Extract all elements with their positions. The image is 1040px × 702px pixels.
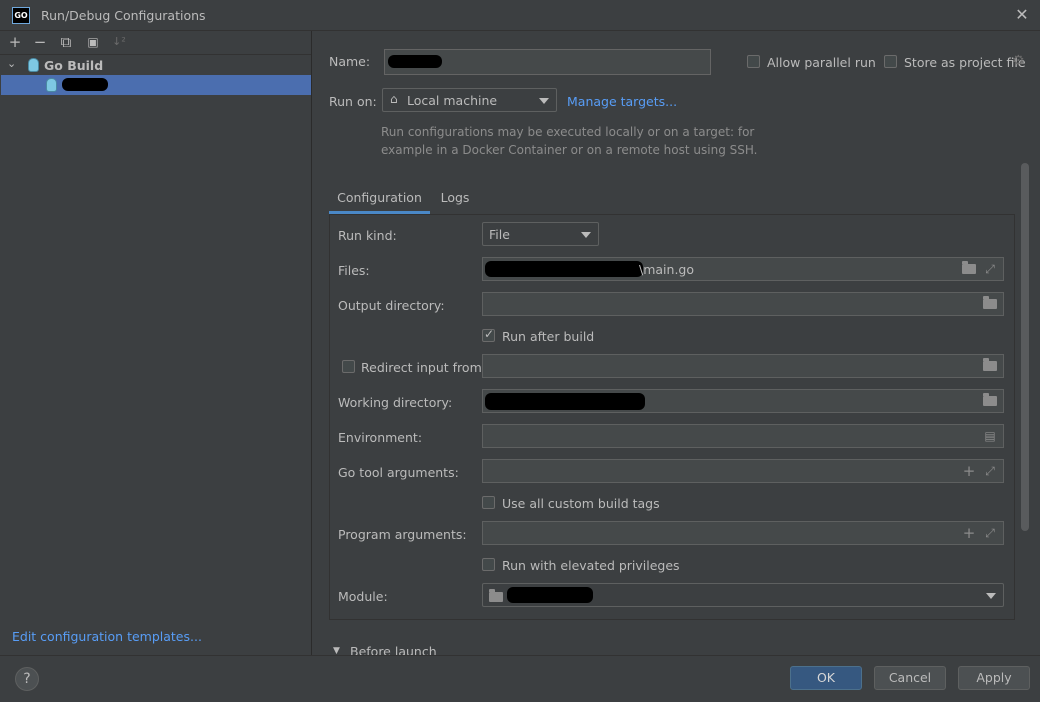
redacted-working-directory xyxy=(485,393,645,410)
expand-icon[interactable]: ⤢ xyxy=(982,463,998,479)
redacted-files-path xyxy=(485,261,643,277)
allow-parallel-run-checkbox[interactable] xyxy=(747,55,760,68)
run-kind-value: File xyxy=(489,227,510,242)
folder-icon[interactable] xyxy=(982,358,998,374)
sort-configurations-button[interactable]: ↓² xyxy=(110,33,128,51)
window-title: Run/Debug Configurations xyxy=(41,8,206,23)
manage-targets-link[interactable]: Manage targets... xyxy=(567,94,677,109)
folder-icon[interactable] xyxy=(961,261,977,277)
working-directory-input[interactable] xyxy=(482,389,1004,413)
run-elevated-checkbox[interactable] xyxy=(482,558,495,571)
output-directory-label: Output directory: xyxy=(338,298,445,313)
chevron-down-icon[interactable]: ⌄ xyxy=(7,57,16,70)
run-after-build-checkbox[interactable]: ✓ xyxy=(482,327,495,342)
environment-input[interactable]: ▤ xyxy=(482,424,1004,448)
remove-configuration-button[interactable]: − xyxy=(31,33,49,51)
environment-label: Environment: xyxy=(338,430,423,445)
tab-configuration[interactable]: Configuration xyxy=(329,186,430,214)
expand-icon[interactable]: ⤢ xyxy=(982,261,998,277)
run-on-hint-line1: Run configurations may be executed local… xyxy=(381,125,755,139)
run-after-build-label: Run after build xyxy=(502,329,595,344)
module-folder-icon xyxy=(489,589,503,604)
gopher-icon xyxy=(46,78,57,92)
module-label: Module: xyxy=(338,589,388,604)
footer-divider xyxy=(0,655,1040,656)
go-tool-arguments-input[interactable]: + ⤢ xyxy=(482,459,1004,483)
chevron-down-icon xyxy=(581,232,591,238)
run-elevated-label: Run with elevated privileges xyxy=(502,558,680,573)
home-icon: ⌂ xyxy=(390,92,398,106)
allow-parallel-run-label: Allow parallel run xyxy=(767,55,876,70)
folder-icon[interactable] xyxy=(982,296,998,312)
checkmark-icon: ✓ xyxy=(484,327,495,341)
close-icon[interactable]: ✕ xyxy=(1012,4,1032,26)
run-kind-label: Run kind: xyxy=(338,228,397,243)
use-custom-build-tags-label: Use all custom build tags xyxy=(502,496,660,511)
module-dropdown[interactable] xyxy=(482,583,1004,607)
files-value-suffix: \main.go xyxy=(639,262,694,277)
gear-icon[interactable]: ⚙ xyxy=(1012,53,1025,69)
edit-configuration-templates-link[interactable]: Edit configuration templates... xyxy=(12,629,202,644)
before-launch-label[interactable]: Before launch xyxy=(350,644,437,655)
add-configuration-button[interactable]: + xyxy=(6,33,24,51)
configurations-tree-pane xyxy=(0,31,312,655)
working-directory-label: Working directory: xyxy=(338,395,453,410)
program-arguments-input[interactable]: + ⤢ xyxy=(482,521,1004,545)
store-as-project-file-checkbox[interactable] xyxy=(884,55,897,68)
run-on-hint-line2: example in a Docker Container or on a re… xyxy=(381,143,758,157)
plus-icon[interactable]: + xyxy=(961,463,977,479)
chevron-down-icon xyxy=(986,593,996,599)
ok-button[interactable]: OK xyxy=(790,666,862,690)
chevron-down-icon xyxy=(539,98,549,104)
run-on-value: Local machine xyxy=(407,93,498,108)
run-on-label: Run on: xyxy=(329,94,377,109)
apply-button[interactable]: Apply xyxy=(958,666,1030,690)
expand-icon[interactable]: ⤢ xyxy=(982,525,998,541)
run-kind-dropdown[interactable]: File xyxy=(482,222,599,246)
name-label: Name: xyxy=(329,54,371,69)
redacted-name-value xyxy=(388,55,442,68)
redacted-module-name xyxy=(507,587,593,603)
run-on-dropdown[interactable]: ⌂ Local machine xyxy=(382,88,557,112)
redirect-input-label: Redirect input from: xyxy=(361,360,486,375)
cancel-button[interactable]: Cancel xyxy=(874,666,946,690)
plus-icon[interactable]: + xyxy=(961,525,977,541)
move-into-folder-button[interactable]: ▣ xyxy=(84,33,102,51)
help-button[interactable]: ? xyxy=(15,667,39,691)
go-tool-arguments-label: Go tool arguments: xyxy=(338,465,459,480)
tree-group-go-build[interactable]: Go Build xyxy=(44,58,103,73)
document-icon[interactable]: ▤ xyxy=(982,428,998,444)
copy-configuration-button[interactable]: ⧉ xyxy=(57,33,75,51)
toolbar-divider xyxy=(0,54,311,55)
store-as-project-file-label: Store as project file xyxy=(904,55,1026,70)
scrollbar[interactable] xyxy=(1021,163,1029,531)
tab-logs[interactable]: Logs xyxy=(436,186,474,214)
program-arguments-label: Program arguments: xyxy=(338,527,467,542)
files-label: Files: xyxy=(338,263,370,278)
redirect-input-checkbox[interactable] xyxy=(342,360,355,373)
folder-icon[interactable] xyxy=(982,393,998,409)
gopher-icon xyxy=(28,58,39,72)
redacted-configuration-name xyxy=(62,78,108,91)
goland-app-icon: GO xyxy=(12,7,30,24)
files-input[interactable]: \main.go ⤢ xyxy=(482,257,1004,281)
redirect-input-field[interactable] xyxy=(482,354,1004,378)
output-directory-input[interactable] xyxy=(482,292,1004,316)
use-custom-build-tags-checkbox[interactable] xyxy=(482,496,495,509)
